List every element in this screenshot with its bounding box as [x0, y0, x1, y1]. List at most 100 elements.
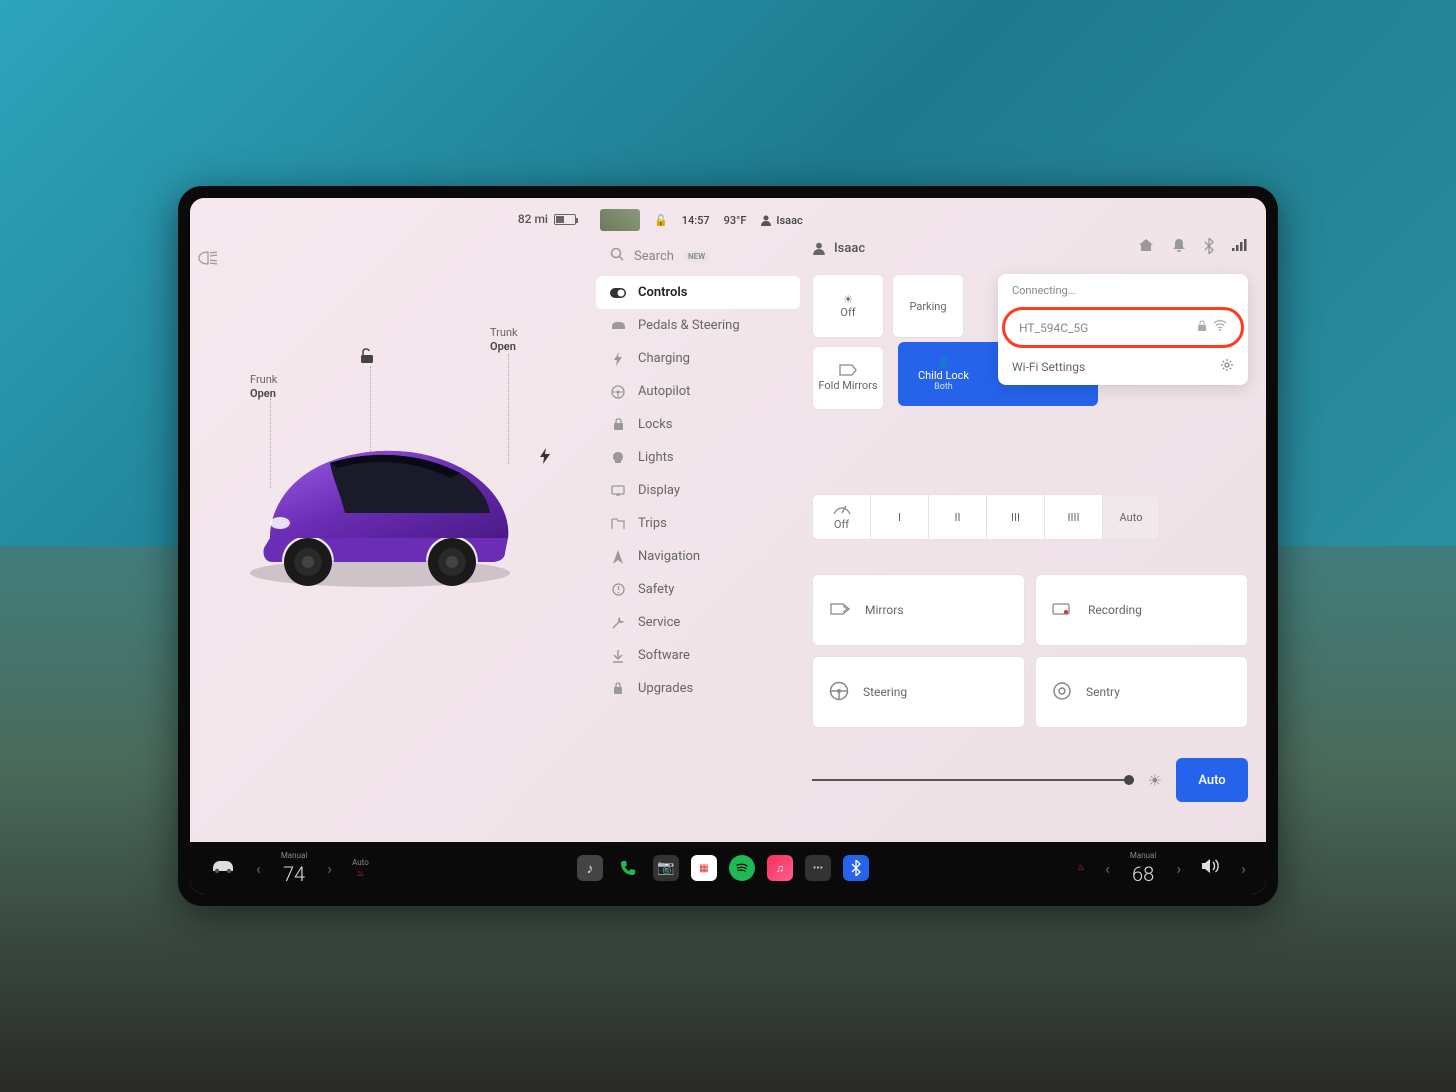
battery-icon [554, 214, 576, 225]
volume-icon[interactable] [1201, 858, 1221, 878]
clock: 14:57 [682, 214, 710, 227]
wiper-off[interactable]: Off [812, 494, 870, 540]
gear-icon [1220, 358, 1234, 375]
brightness-auto-button[interactable]: Auto [1176, 758, 1248, 802]
driver-seat-heat[interactable]: Auto♨ [352, 858, 369, 879]
car-icon [610, 321, 626, 331]
wiper-icon [833, 503, 851, 518]
user-chip[interactable]: Isaac [760, 214, 802, 227]
sidebar-item-controls[interactable]: Controls [596, 276, 800, 309]
parking-tile[interactable]: Parking [892, 274, 964, 338]
car-icon[interactable] [210, 858, 236, 878]
more-apps[interactable]: ••• [805, 855, 831, 881]
app-tray: ♪ 📷 ▦ ♫ ••• [577, 855, 869, 881]
steering-shortcut[interactable]: Steering [812, 656, 1025, 728]
chevron-right-icon[interactable]: › [1241, 859, 1246, 878]
sidebar-item-service[interactable]: Service [596, 606, 800, 639]
search-row[interactable]: Search NEW [596, 238, 800, 274]
homelink-icon[interactable] [1138, 238, 1154, 258]
apple-music-app[interactable]: ♫ [767, 855, 793, 881]
lock-status-icon[interactable]: 🔓 [654, 214, 668, 227]
camera-app[interactable]: 📷 [653, 855, 679, 881]
map-thumbnail[interactable] [600, 209, 640, 231]
wiper-controls: Off I II III IIII Auto [812, 494, 1248, 540]
sidebar-item-locks[interactable]: Locks [596, 408, 800, 441]
chevron-left-icon[interactable]: ‹ [1105, 859, 1110, 878]
touchscreen: 82 mi Frunk Open Trunk Open 🔓 14:57 93°F [190, 198, 1266, 894]
toggle-icon [610, 288, 626, 298]
charge-bolt-icon [540, 448, 550, 468]
lights-tile[interactable]: ☀ Off [812, 274, 884, 338]
passenger-temp[interactable]: Manual68 [1130, 851, 1156, 886]
sidebar-item-display[interactable]: Display [596, 474, 800, 507]
wiper-auto[interactable]: Auto [1102, 494, 1160, 540]
profile-selector[interactable]: Isaac [812, 241, 865, 256]
seat-heat-icon: ♨ [1077, 863, 1085, 873]
sidebar-item-autopilot[interactable]: Autopilot [596, 375, 800, 408]
bluetooth-icon[interactable] [1204, 238, 1214, 258]
software-icon [610, 649, 626, 663]
spotify-app[interactable] [729, 855, 755, 881]
sidebar-item-lights[interactable]: Lights [596, 441, 800, 474]
brightness-slider[interactable] [812, 779, 1134, 781]
new-badge: NEW [684, 251, 709, 262]
phone-app[interactable] [615, 855, 641, 881]
frunk-label[interactable]: Frunk Open [250, 373, 277, 402]
display-icon [610, 485, 626, 496]
chevron-right-icon[interactable]: › [1176, 859, 1181, 878]
notifications-icon[interactable] [1172, 238, 1186, 258]
sidebar-item-trips[interactable]: Trips [596, 507, 800, 540]
search-icon [610, 247, 624, 265]
fold-mirrors-tile[interactable]: Fold Mirrors [812, 346, 884, 410]
outside-temp: 93°F [724, 214, 747, 227]
sidebar-item-upgrades[interactable]: Upgrades [596, 672, 800, 705]
chevron-right-icon[interactable]: › [327, 859, 332, 878]
child-lock-icon: 👤 [937, 356, 951, 369]
bolt-icon [610, 352, 626, 366]
wiper-1[interactable]: I [870, 494, 928, 540]
wifi-settings-row[interactable]: Wi-Fi Settings [998, 348, 1248, 385]
sidebar-item-pedals-steering[interactable]: Pedals & Steering [596, 309, 800, 342]
headlight-icon[interactable] [198, 250, 218, 269]
sentry-shortcut[interactable]: Sentry [1035, 656, 1248, 728]
recording-shortcut[interactable]: Recording [1035, 574, 1248, 646]
driver-temp[interactable]: Manual74 [281, 851, 307, 886]
sentry-icon [1052, 681, 1072, 704]
passenger-seat-heat[interactable]: ♨ [1077, 863, 1085, 873]
bottom-bar: ‹ Manual74 › Auto♨ ♪ 📷 ▦ ♫ ••• ♨ ‹ Manua… [190, 842, 1266, 894]
battery-status: 82 mi [518, 212, 576, 226]
service-icon [610, 616, 626, 630]
mirrors-shortcut[interactable]: Mirrors [812, 574, 1025, 646]
controls-pane: Isaac ☀ Off Parking Fold Mirrors 👤 Child… [800, 198, 1266, 842]
seat-heat-icon: ♨ [356, 869, 364, 879]
safety-icon [610, 583, 626, 596]
sidebar-item-navigation[interactable]: Navigation [596, 540, 800, 573]
trips-icon [610, 518, 626, 530]
car-render[interactable] [230, 418, 530, 598]
unlock-icon[interactable] [360, 348, 374, 368]
bluetooth-app[interactable] [843, 855, 869, 881]
car-pane: 82 mi Frunk Open Trunk Open [190, 198, 590, 842]
range-label: 82 mi [518, 212, 548, 226]
light-icon [610, 451, 626, 465]
dashcam-icon [1052, 602, 1074, 619]
trunk-label[interactable]: Trunk Open [490, 326, 518, 355]
wheel-icon [610, 385, 626, 399]
music-app[interactable]: ♪ [577, 855, 603, 881]
wifi-popup: Connecting... HT_594C_5G Wi-Fi Settings [998, 274, 1248, 385]
calendar-app[interactable]: ▦ [691, 855, 717, 881]
sidebar-item-safety[interactable]: Safety [596, 573, 800, 606]
wiper-4[interactable]: IIII [1044, 494, 1102, 540]
signal-icon[interactable] [1232, 238, 1248, 258]
sidebar-item-charging[interactable]: Charging [596, 342, 800, 375]
wiper-3[interactable]: III [986, 494, 1044, 540]
lights-icon: ☀ [843, 293, 853, 306]
wiper-2[interactable]: II [928, 494, 986, 540]
sidebar-item-software[interactable]: Software [596, 639, 800, 672]
chevron-left-icon[interactable]: ‹ [256, 859, 261, 878]
wifi-network-row[interactable]: HT_594C_5G [1002, 307, 1244, 348]
wifi-status: Connecting... [998, 274, 1248, 307]
nav-icon [610, 550, 626, 564]
child-lock-button[interactable]: 👤 Child Lock Both [898, 342, 989, 406]
wifi-icon [1213, 320, 1227, 335]
